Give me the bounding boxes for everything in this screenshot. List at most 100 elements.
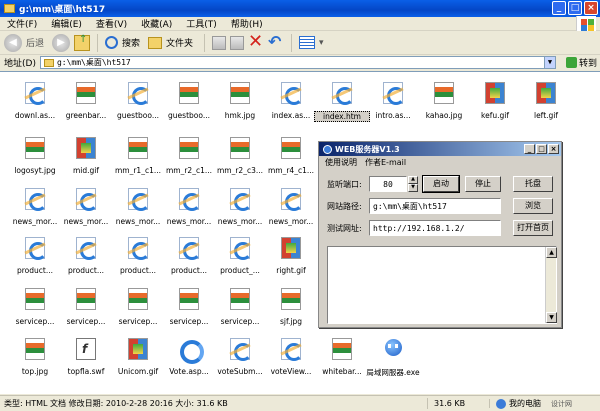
file-item[interactable]: servicep... xyxy=(110,284,166,334)
file-item[interactable]: product... xyxy=(7,233,63,283)
maximize-button[interactable]: □ xyxy=(568,1,582,15)
back-button-label[interactable]: 后退 xyxy=(26,36,44,49)
file-item[interactable]: downl.as... xyxy=(7,78,63,128)
web-server-dialog[interactable]: WEB服务器V1.3 _ □ × 使用说明 作者E-mail 监听端口: 80 … xyxy=(318,141,562,328)
file-item[interactable]: news_mor... xyxy=(212,184,268,234)
file-item[interactable]: servicep... xyxy=(161,284,217,334)
file-item[interactable]: news_mor... xyxy=(7,184,63,234)
file-item[interactable]: product_... xyxy=(212,233,268,283)
browse-button[interactable]: 浏览 xyxy=(513,198,553,214)
url-input[interactable]: http://192.168.1.2/ xyxy=(369,220,501,236)
file-item[interactable]: logosyt.jpg xyxy=(7,133,63,183)
scroll-down-icon[interactable]: ▼ xyxy=(546,312,557,323)
image-file-icon xyxy=(230,137,250,159)
image-file-icon xyxy=(434,82,454,104)
menu-author-email[interactable]: 作者E-mail xyxy=(365,157,406,168)
delete-icon[interactable]: ✕ xyxy=(248,32,264,51)
file-name: 局域网服器.exe xyxy=(366,368,420,377)
forward-arrow-icon[interactable]: ▶ xyxy=(52,33,71,52)
views-dropdown-arrow-icon[interactable]: ▾ xyxy=(319,38,324,48)
image-file-icon xyxy=(230,82,250,104)
path-input[interactable]: g:\mm\桌面\ht517 xyxy=(369,198,501,214)
menu-usage[interactable]: 使用说明 xyxy=(325,157,357,168)
menu-favorites[interactable]: 收藏(A) xyxy=(134,17,179,30)
file-item[interactable]: 局域网服器.exe xyxy=(365,334,421,384)
file-item[interactable]: news_mor... xyxy=(161,184,217,234)
file-item[interactable]: news_mor... xyxy=(263,184,319,234)
file-item[interactable]: Vote.asp... xyxy=(161,334,217,384)
file-item[interactable]: product... xyxy=(110,233,166,283)
file-item[interactable]: guestboo... xyxy=(161,78,217,128)
tray-button[interactable]: 托盘 xyxy=(513,176,553,192)
file-item[interactable]: sjf.jpg xyxy=(263,284,319,334)
search-icon[interactable] xyxy=(105,36,119,49)
file-item[interactable]: index.htm xyxy=(314,78,370,128)
menu-tools[interactable]: 工具(T) xyxy=(179,17,224,30)
address-dropdown-icon[interactable]: ▼ xyxy=(543,57,555,68)
file-item[interactable]: right.gif xyxy=(263,233,319,283)
go-button[interactable]: 转到 xyxy=(565,56,597,69)
file-item[interactable]: left.gif xyxy=(518,78,574,128)
undo-icon[interactable]: ↶ xyxy=(268,33,284,51)
html-file-icon xyxy=(230,188,252,211)
file-item[interactable]: product... xyxy=(58,233,114,283)
file-item[interactable]: news_mor... xyxy=(110,184,166,234)
views-icon[interactable] xyxy=(299,36,316,49)
menu-file[interactable]: 文件(F) xyxy=(0,17,44,30)
log-scrollbar[interactable]: ▲ ▼ xyxy=(545,247,557,323)
file-item[interactable]: servicep... xyxy=(58,284,114,334)
file-item[interactable]: kahao.jpg xyxy=(416,78,472,128)
folders-icon[interactable] xyxy=(148,36,163,49)
file-name: servicep... xyxy=(118,317,158,326)
log-textarea[interactable]: ▲ ▼ xyxy=(327,246,557,324)
file-item[interactable]: kefu.gif xyxy=(467,78,523,128)
file-item[interactable]: guestboo... xyxy=(110,78,166,128)
path-row: 网站路径: g:\mm\桌面\ht517 xyxy=(327,198,501,214)
file-item[interactable]: Unicom.gif xyxy=(110,334,166,384)
html-file-icon xyxy=(76,237,98,260)
move-to-icon[interactable] xyxy=(212,35,227,50)
file-item[interactable]: hmk.jpg xyxy=(212,78,268,128)
port-input[interactable]: 80 xyxy=(369,176,407,192)
dialog-maximize-button[interactable]: □ xyxy=(536,144,547,154)
file-item[interactable]: mm_r1_c1... xyxy=(110,133,166,183)
file-item[interactable]: servicep... xyxy=(7,284,63,334)
file-item[interactable]: voteSubm... xyxy=(212,334,268,384)
menu-view[interactable]: 查看(V) xyxy=(89,17,134,30)
close-button[interactable]: × xyxy=(584,1,598,15)
file-item[interactable]: top.jpg xyxy=(7,334,63,384)
dialog-minimize-button[interactable]: _ xyxy=(524,144,535,154)
folders-button-label[interactable]: 文件夹 xyxy=(166,36,193,49)
copy-to-icon[interactable] xyxy=(230,35,245,50)
file-item[interactable]: mm_r2_c3... xyxy=(212,133,268,183)
dialog-title-bar[interactable]: WEB服务器V1.3 _ □ × xyxy=(319,142,561,156)
file-item[interactable]: mm_r2_c1... xyxy=(161,133,217,183)
file-item[interactable]: whitebar... xyxy=(314,334,370,384)
back-arrow-icon[interactable]: ◀ xyxy=(4,33,22,52)
up-folder-icon[interactable]: ↑ xyxy=(74,34,91,51)
file-item[interactable]: product... xyxy=(161,233,217,283)
address-input[interactable]: g:\mm\桌面\ht517 ▼ xyxy=(39,56,556,69)
file-item[interactable]: topfla.swf xyxy=(58,334,114,384)
start-button[interactable]: 启动 xyxy=(422,175,460,193)
menu-edit[interactable]: 编辑(E) xyxy=(44,17,89,30)
dialog-close-button[interactable]: × xyxy=(548,144,559,154)
file-item[interactable]: intro.as... xyxy=(365,78,421,128)
file-item[interactable]: servicep... xyxy=(212,284,268,334)
menu-help[interactable]: 帮助(H) xyxy=(224,17,270,30)
spin-down-icon[interactable]: ▼ xyxy=(408,184,418,192)
open-home-button[interactable]: 打开首页 xyxy=(513,220,553,236)
scroll-up-icon[interactable]: ▲ xyxy=(546,247,557,258)
spin-up-icon[interactable]: ▲ xyxy=(408,176,418,184)
window-title-bar[interactable]: g:\mm\桌面\ht517 _ □ × xyxy=(0,0,600,17)
port-spinner[interactable]: ▲ ▼ xyxy=(408,176,418,192)
search-button-label[interactable]: 搜索 xyxy=(122,36,140,49)
minimize-button[interactable]: _ xyxy=(552,1,566,15)
file-item[interactable]: greenbar... xyxy=(58,78,114,128)
file-item[interactable]: voteView... xyxy=(263,334,319,384)
file-item[interactable]: news_mor... xyxy=(58,184,114,234)
stop-button[interactable]: 停止 xyxy=(465,176,501,192)
file-item[interactable]: mm_r4_c1... xyxy=(263,133,319,183)
file-item[interactable]: mid.gif xyxy=(58,133,114,183)
file-item[interactable]: index.as... xyxy=(263,78,319,128)
